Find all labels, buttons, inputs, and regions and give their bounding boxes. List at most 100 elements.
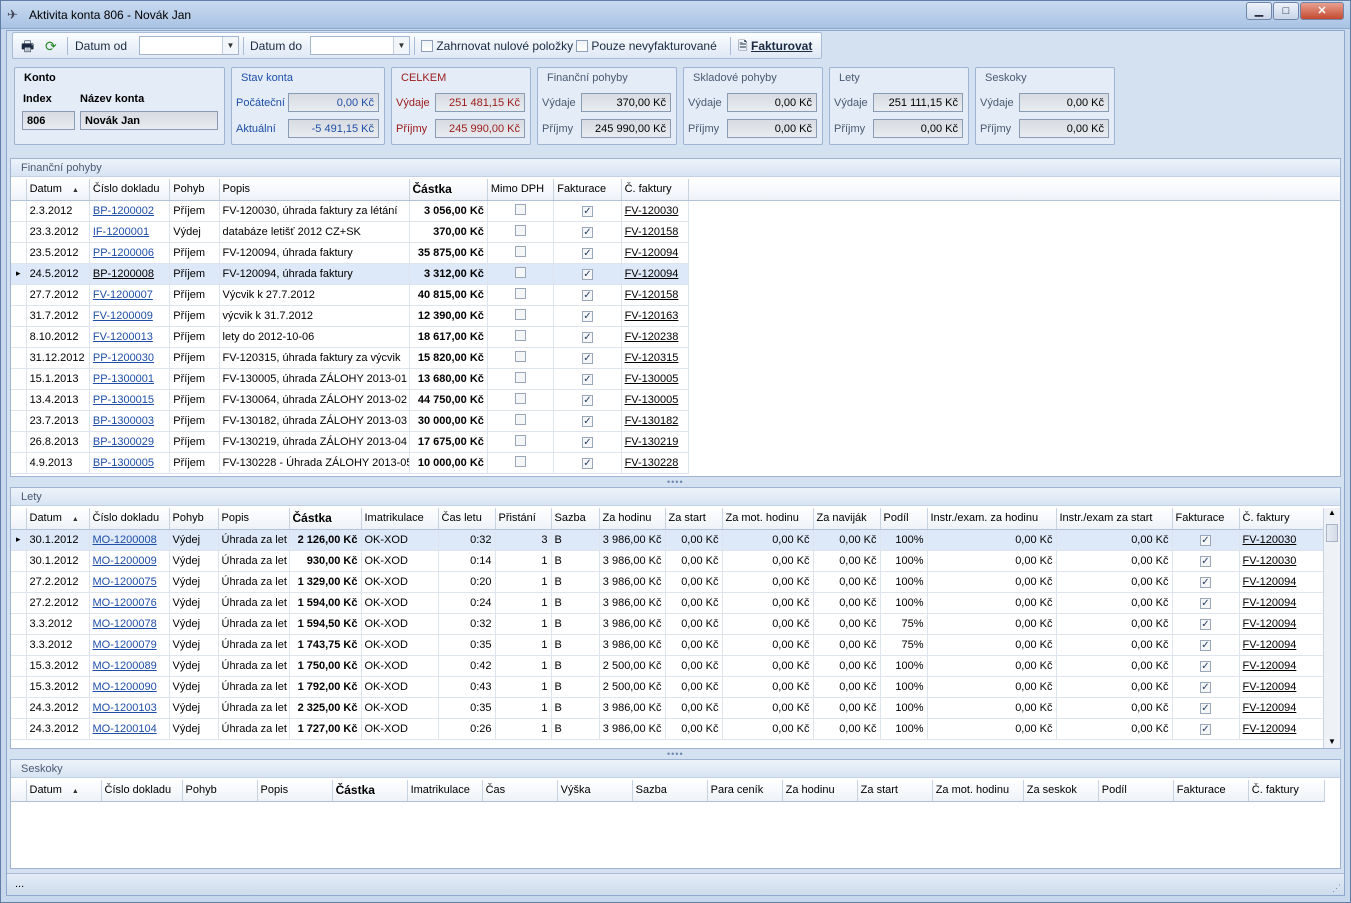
checkbox[interactable]: ✓ [1200,660,1211,672]
checkbox[interactable]: ✓ [581,310,593,322]
document-link[interactable]: MO-1200075 [93,576,157,588]
row-selector[interactable] [11,592,27,614]
invoice-number-cell[interactable]: FV-130005 [621,389,690,411]
column-header[interactable]: Pohyb [169,508,219,530]
close-button[interactable]: ✕ [1300,2,1344,20]
column-header[interactable]: Instr./exam za start [1056,508,1173,530]
column-header[interactable]: Fakturace [1173,780,1249,802]
column-header[interactable]: Číslo dokladu [101,780,183,802]
column-header[interactable]: Instr./exam. za hodinu [927,508,1057,530]
doc-number-cell[interactable]: BP-1200008 [89,263,171,285]
table-row[interactable]: ▸ 24.5.2012 BP-1200008 Příjem FV-120094, úhr… [11,263,690,285]
document-link[interactable]: FV-120163 [625,310,679,322]
column-header[interactable]: Popis [218,508,290,530]
document-link[interactable]: PP-1300001 [93,373,154,385]
row-selector[interactable] [11,389,27,411]
checkbox[interactable] [515,266,527,278]
invoice-number-cell[interactable]: FV-130182 [621,410,690,432]
document-link[interactable]: FV-120158 [625,226,679,238]
document-link[interactable]: FV-120030 [1243,534,1297,546]
invoice-number-cell[interactable]: FV-120094 [1239,571,1324,593]
checkbox[interactable] [515,224,527,236]
invoice-number-cell[interactable]: FV-120030 [1239,529,1324,551]
checkbox[interactable] [515,287,527,299]
invoice-number-cell[interactable]: FV-120030 [621,200,690,222]
document-link[interactable]: BP-1300003 [93,415,154,427]
lety-vscroll[interactable]: ▲ ▼ [1323,508,1340,748]
checkbox[interactable]: ✓ [581,394,593,406]
checkbox[interactable]: ✓ [1200,534,1211,546]
document-link[interactable]: MO-1200008 [93,534,157,546]
column-header[interactable]: Za hodinu [782,780,858,802]
checkbox[interactable]: ✓ [581,457,593,469]
checkbox[interactable]: ✓ [581,373,593,385]
doc-number-cell[interactable]: BP-1300003 [89,410,171,432]
row-selector[interactable] [11,410,27,432]
table-row[interactable]: 3.3.2012 MO-1200078 Výdej Úhrada za let 1 59… [11,613,1324,635]
checkbox[interactable]: ✓ [1200,618,1211,630]
column-header[interactable]: Podíl [880,508,928,530]
row-selector[interactable] [11,571,27,593]
checkbox[interactable] [515,455,527,467]
checkbox[interactable] [515,245,527,257]
document-link[interactable]: FV-120094 [1243,681,1297,693]
maximize-button[interactable]: □ [1273,2,1299,20]
column-header[interactable]: Sazba [632,780,708,802]
column-header[interactable]: Pohyb [182,780,258,802]
column-header[interactable]: Za mot. hodinu [722,508,814,530]
column-header[interactable]: Číslo dokladu [89,508,170,530]
column-header[interactable]: Č. faktury [1248,780,1326,802]
column-header[interactable]: Popis [257,780,333,802]
checkbox[interactable] [515,392,527,404]
column-header[interactable]: Č. faktury [1239,508,1324,530]
scroll-up-icon[interactable]: ▲ [1324,508,1340,522]
document-link[interactable]: BP-1200002 [93,205,154,217]
document-link[interactable]: IF-1200001 [93,226,149,238]
checkbox[interactable]: ✓ [581,436,593,448]
checkbox[interactable]: ✓ [1200,681,1211,693]
date-from-combo[interactable]: ▼ [139,36,239,55]
scroll-down-icon[interactable]: ▼ [1324,737,1340,746]
document-link[interactable]: FV-130005 [625,394,679,406]
invoice-number-cell[interactable]: FV-120094 [1239,613,1324,635]
column-header[interactable]: Datum ▲ [26,179,90,201]
doc-number-cell[interactable]: BP-1300029 [89,431,171,453]
checkbox-box[interactable] [576,39,588,52]
chevron-down-icon[interactable]: ▼ [222,37,238,54]
row-selector[interactable] [11,697,27,719]
column-header[interactable]: Za mot. hodinu [932,780,1024,802]
invoice-number-cell[interactable]: FV-130005 [621,368,690,390]
invoice-number-cell[interactable]: FV-120315 [621,347,690,369]
document-link[interactable]: FV-120094 [1243,639,1297,651]
doc-number-cell[interactable]: BP-1300005 [89,452,171,474]
doc-number-cell[interactable]: MO-1200008 [89,529,170,551]
invoice-number-cell[interactable]: FV-120163 [621,305,690,327]
row-selector[interactable] [11,550,27,572]
column-header[interactable]: Za naviják [813,508,881,530]
checkbox[interactable] [515,329,527,341]
row-selector[interactable] [11,718,27,740]
invoice-number-cell[interactable]: FV-120030 [1239,550,1324,572]
doc-number-cell[interactable]: MO-1200089 [89,655,170,677]
column-header[interactable]: Za hodinu [599,508,666,530]
column-header[interactable]: Částka [332,780,408,802]
row-selector[interactable] [11,368,27,390]
column-header[interactable]: Imatrikulace [361,508,439,530]
column-header[interactable]: Číslo dokladu [89,179,171,201]
table-row[interactable]: 4.9.2013 BP-1300005 Příjem FV-130228 - Úhra… [11,452,690,474]
document-link[interactable]: FV-130182 [625,415,679,427]
table-row[interactable]: 15.3.2012 MO-1200090 Výdej Úhrada za let 1 7… [11,676,1324,698]
splitter-handle[interactable]: •••• [667,477,684,487]
column-header[interactable]: Popis [219,179,410,201]
row-selector[interactable] [11,634,27,656]
date-to-combo[interactable]: ▼ [310,36,410,55]
doc-number-cell[interactable]: MO-1200079 [89,634,170,656]
checkbox[interactable]: ✓ [581,247,593,259]
checkbox[interactable] [515,413,527,425]
table-row[interactable]: ▸ 30.1.2012 MO-1200008 Výdej Úhrada za let 2 … [11,529,1324,551]
column-header[interactable]: Pohyb [169,179,220,201]
checkbox[interactable]: ✓ [581,331,593,343]
invoice-button[interactable]: 🗎 Fakturovat [738,37,812,55]
column-header[interactable]: Para ceník [707,780,783,802]
doc-number-cell[interactable]: MO-1200103 [89,697,170,719]
